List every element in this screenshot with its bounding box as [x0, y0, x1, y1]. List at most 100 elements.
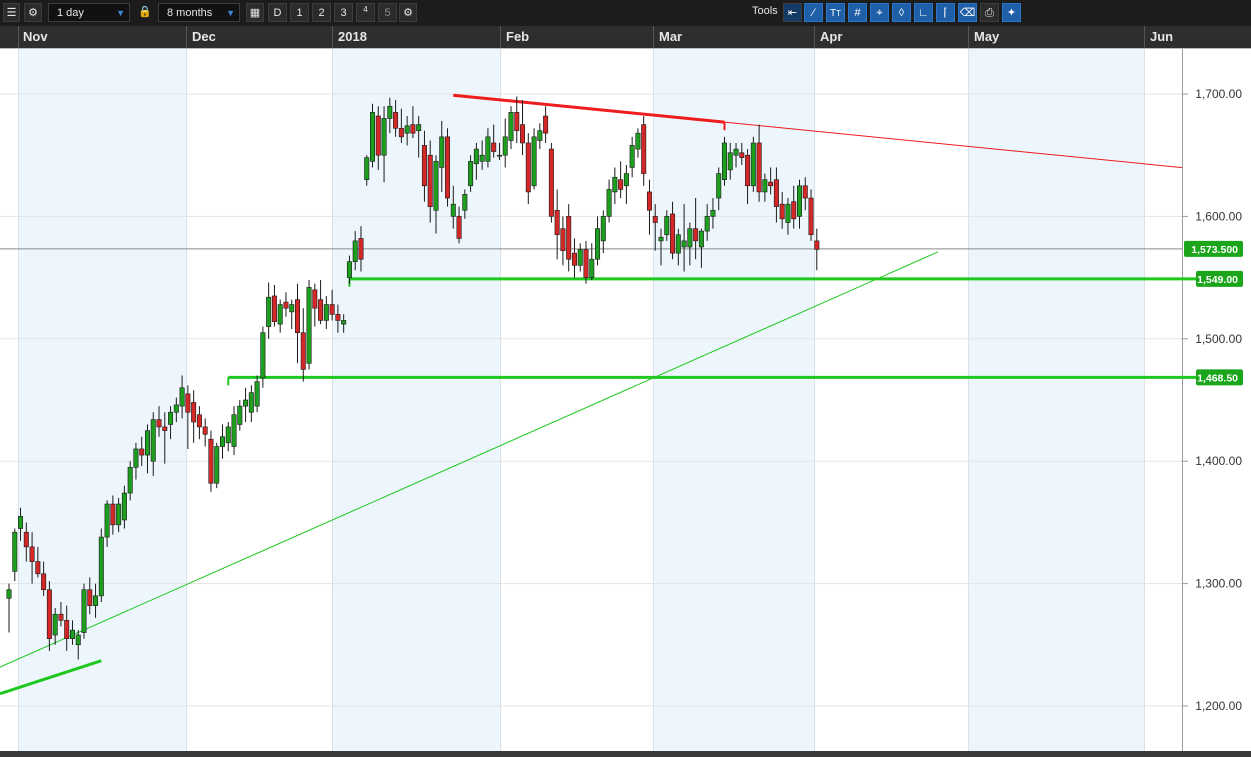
- candle-down: [335, 314, 341, 321]
- candle-up: [531, 136, 537, 187]
- scroll-bar[interactable]: [0, 751, 1251, 757]
- period-button-1[interactable]: 1: [290, 3, 309, 22]
- candle-up: [179, 387, 185, 407]
- candle-up: [243, 399, 249, 407]
- trendline-tool-icon[interactable]: ∕: [804, 3, 823, 22]
- marker-tool-icon[interactable]: ◊: [892, 3, 911, 22]
- period-button-4-label: 4: [363, 5, 368, 14]
- candle-up: [69, 629, 75, 639]
- candle-up: [635, 132, 641, 150]
- grid-tool-icon[interactable]: #: [848, 3, 867, 22]
- period-button-d[interactable]: D: [268, 3, 287, 22]
- candle-down: [393, 112, 399, 129]
- lock-icon[interactable]: 🔒: [138, 3, 152, 22]
- candle-up: [589, 258, 595, 278]
- candle-down: [548, 148, 554, 217]
- candle-up: [12, 531, 18, 572]
- candle-down: [358, 238, 364, 260]
- print-icon[interactable]: ⎙: [980, 3, 999, 22]
- candle-up: [704, 216, 710, 232]
- eraser-tool-icon[interactable]: ⌫: [958, 3, 977, 22]
- month-shade: [968, 49, 1144, 751]
- candle-up: [462, 194, 468, 211]
- chevron-down-icon: ▼: [116, 8, 125, 18]
- candle-up: [502, 136, 508, 156]
- candle-up: [104, 503, 110, 538]
- candle-up: [473, 148, 479, 165]
- gear-icon[interactable]: ⚙: [24, 3, 42, 22]
- price-tick-label: 1,600.00: [1195, 209, 1242, 223]
- candle-up: [796, 185, 802, 217]
- channel-tool-icon[interactable]: ∟: [914, 3, 933, 22]
- settings-gear-icon[interactable]: ⚙: [399, 3, 417, 22]
- candle-up: [727, 152, 733, 171]
- candle-down: [693, 228, 699, 242]
- candle-up: [266, 296, 272, 327]
- candle-up: [762, 179, 768, 193]
- period-button-3[interactable]: 3: [334, 3, 353, 22]
- candle-up: [450, 203, 456, 217]
- settings-tool-icon[interactable]: ✦: [1002, 3, 1021, 22]
- month-label-feb: Feb: [506, 29, 530, 44]
- candle-up: [219, 436, 225, 447]
- back-arrow-icon[interactable]: ⇤: [783, 3, 802, 22]
- candle-up: [577, 249, 583, 266]
- candle-up: [387, 105, 393, 119]
- candle-down: [421, 145, 427, 187]
- candle-up: [248, 392, 254, 413]
- text-tool-icon[interactable]: TT: [826, 3, 845, 22]
- month-label-2018: 2018: [338, 29, 367, 44]
- candle-down: [525, 142, 531, 193]
- candle-down: [802, 185, 808, 199]
- crosshair-tool-icon[interactable]: ⌖: [870, 3, 889, 22]
- range-select[interactable]: 8 months ▼: [158, 3, 240, 22]
- price-tick-label: 1,500.00: [1195, 332, 1242, 346]
- support-level-tag-label: 1,549.00: [1197, 274, 1238, 286]
- candle-up: [698, 230, 704, 248]
- candle-down: [398, 127, 404, 138]
- candle-up: [260, 332, 266, 379]
- candlestick-chart[interactable]: 1,700.00 1,600.00 1,500.00 1,400.00 1,300.00…: [0, 49, 1251, 751]
- candle-down: [773, 179, 779, 207]
- candle-up: [612, 176, 618, 193]
- candle-up: [404, 125, 410, 134]
- menu-icon[interactable]: ☰: [3, 3, 20, 22]
- candle-up: [52, 613, 58, 636]
- interval-select[interactable]: 1 day ▼: [48, 3, 130, 22]
- candle-down: [29, 546, 35, 562]
- candle-up: [346, 261, 352, 278]
- month-separator: [814, 26, 815, 48]
- candle-down: [156, 419, 162, 428]
- calendar-icon[interactable]: ▦: [246, 3, 264, 22]
- candle-up: [231, 414, 237, 447]
- fibonacci-tool-icon[interactable]: ⌈: [936, 3, 955, 22]
- candle-down: [543, 115, 549, 134]
- candle-down: [768, 181, 774, 187]
- candle-down: [208, 438, 214, 484]
- candle-up: [675, 234, 681, 254]
- candle-down: [456, 216, 462, 239]
- candle-down: [791, 201, 797, 220]
- period-button-4[interactable]: 4: [356, 3, 375, 22]
- candle-down: [139, 448, 145, 456]
- month-separator: [1144, 26, 1145, 48]
- candle-down: [46, 589, 52, 639]
- candle-up: [144, 430, 150, 456]
- candle-up: [289, 304, 295, 313]
- period-button-2[interactable]: 2: [312, 3, 331, 22]
- candle-down: [312, 289, 318, 309]
- month-label-may: May: [974, 29, 1000, 44]
- candle-up: [721, 142, 727, 180]
- month-separator: [332, 26, 333, 48]
- candle-down: [560, 228, 566, 251]
- candle-down: [520, 124, 526, 144]
- candle-down: [779, 203, 785, 220]
- candle-down: [294, 299, 300, 333]
- month-label-apr: Apr: [820, 29, 843, 44]
- candle-down: [318, 299, 324, 321]
- candle-up: [658, 236, 664, 242]
- candle-up: [150, 419, 156, 462]
- candle-up: [81, 589, 87, 633]
- candle-up: [733, 148, 739, 156]
- period-button-5[interactable]: 5: [378, 3, 397, 22]
